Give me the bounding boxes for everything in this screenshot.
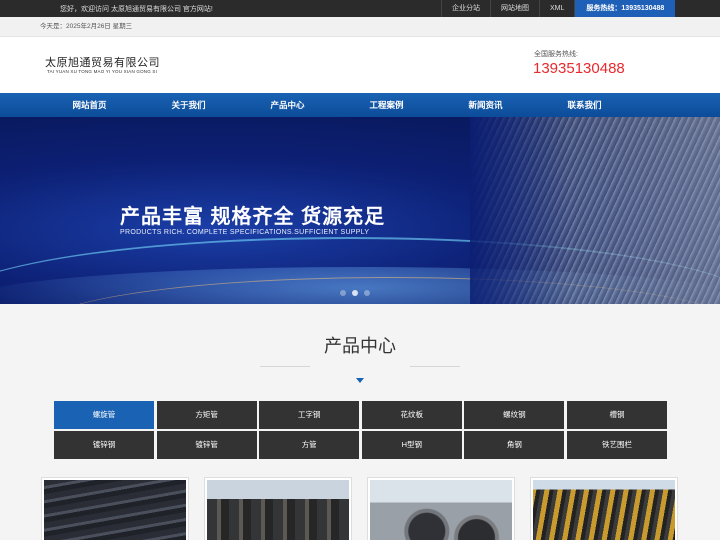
product-image: [370, 480, 512, 540]
category-i-beam[interactable]: 工字钢: [259, 401, 360, 429]
top-hotline: 服务热线：13935130488: [574, 0, 676, 17]
hero-banner[interactable]: 产品丰富 规格齐全 货源充足 PRODUCTS RICH. COMPLETE S…: [0, 117, 720, 304]
slider-dot-3[interactable]: [364, 290, 370, 296]
nav-contact[interactable]: 联系我们: [535, 93, 634, 117]
category-galvanized-steel[interactable]: 镀锌钢: [54, 431, 154, 459]
slider-dots: [340, 290, 370, 296]
date-bar: 今天是：2025年2月26日 星期三: [0, 17, 720, 37]
banner-slogan-en: PRODUCTS RICH. COMPLETE SPECIFICATIONS.S…: [120, 229, 370, 236]
top-links: 企业分站 网站地图 XML 服务热线：13935130488: [441, 0, 676, 17]
product-card[interactable]: [41, 477, 189, 540]
product-card[interactable]: [204, 477, 352, 540]
product-card[interactable]: [530, 477, 678, 540]
main-nav: 网站首页 关于我们 产品中心 工程案例 新闻资讯 联系我们: [0, 93, 720, 117]
category-checker-plate[interactable]: 花纹板: [361, 401, 462, 429]
category-angle-steel[interactable]: 角钢: [464, 431, 565, 459]
title-divider-right: [410, 366, 460, 367]
nav-products[interactable]: 产品中心: [238, 93, 337, 117]
nav-about[interactable]: 关于我们: [139, 93, 238, 117]
category-iron-fence[interactable]: 铁艺围栏: [566, 431, 667, 459]
banner-slogan: 产品丰富 规格齐全 货源充足: [120, 206, 386, 228]
hotline-number: 13935130488: [533, 60, 625, 77]
logo-subtitle: TAI YUAN XU TONG MAO YI YOU XIAN GONG SI: [47, 69, 158, 74]
category-rect-tube[interactable]: 方矩管: [156, 401, 257, 429]
product-image: [207, 480, 349, 540]
category-spiral-pipe[interactable]: 螺旋管: [54, 401, 154, 429]
category-grid: 螺旋管 方矩管 工字钢 花纹板 螺纹钢 槽钢 镀锌钢 镀锌管 方管 H型钢 角钢…: [54, 401, 667, 459]
caret-down-icon: [356, 378, 364, 383]
nav-news[interactable]: 新闻资讯: [436, 93, 535, 117]
section-title: 产品中心: [324, 336, 396, 356]
header: 太原旭通贸易有限公司 TAI YUAN XU TONG MAO YI YOU X…: [0, 37, 720, 93]
product-card[interactable]: [367, 477, 515, 540]
slider-dot-1[interactable]: [340, 290, 346, 296]
title-divider-left: [260, 366, 310, 367]
category-galvanized-pipe[interactable]: 镀锌管: [156, 431, 257, 459]
link-sitemap[interactable]: 网站地图: [490, 0, 539, 17]
link-substations[interactable]: 企业分站: [441, 0, 490, 17]
product-image: [533, 480, 675, 540]
product-image: [44, 480, 186, 540]
nav-home[interactable]: 网站首页: [40, 93, 139, 117]
category-square-tube[interactable]: 方管: [259, 431, 360, 459]
logo-title[interactable]: 太原旭通贸易有限公司: [45, 54, 160, 70]
welcome-text: 您好，欢迎访问 太原旭通贸易有限公司 官方网站!: [60, 6, 213, 13]
category-channel-steel[interactable]: 槽钢: [566, 401, 667, 429]
top-bar: 您好，欢迎访问 太原旭通贸易有限公司 官方网站! 企业分站 网站地图 XML 服…: [0, 0, 720, 17]
category-h-beam[interactable]: H型钢: [361, 431, 462, 459]
slider-dot-2[interactable]: [352, 290, 358, 296]
category-rebar[interactable]: 螺纹钢: [464, 401, 565, 429]
product-thumbnails: [41, 477, 678, 540]
steel-bars-image: [470, 117, 720, 304]
hotline-label: 全国服务热线:: [534, 51, 578, 58]
nav-cases[interactable]: 工程案例: [337, 93, 436, 117]
link-xml[interactable]: XML: [539, 0, 574, 17]
